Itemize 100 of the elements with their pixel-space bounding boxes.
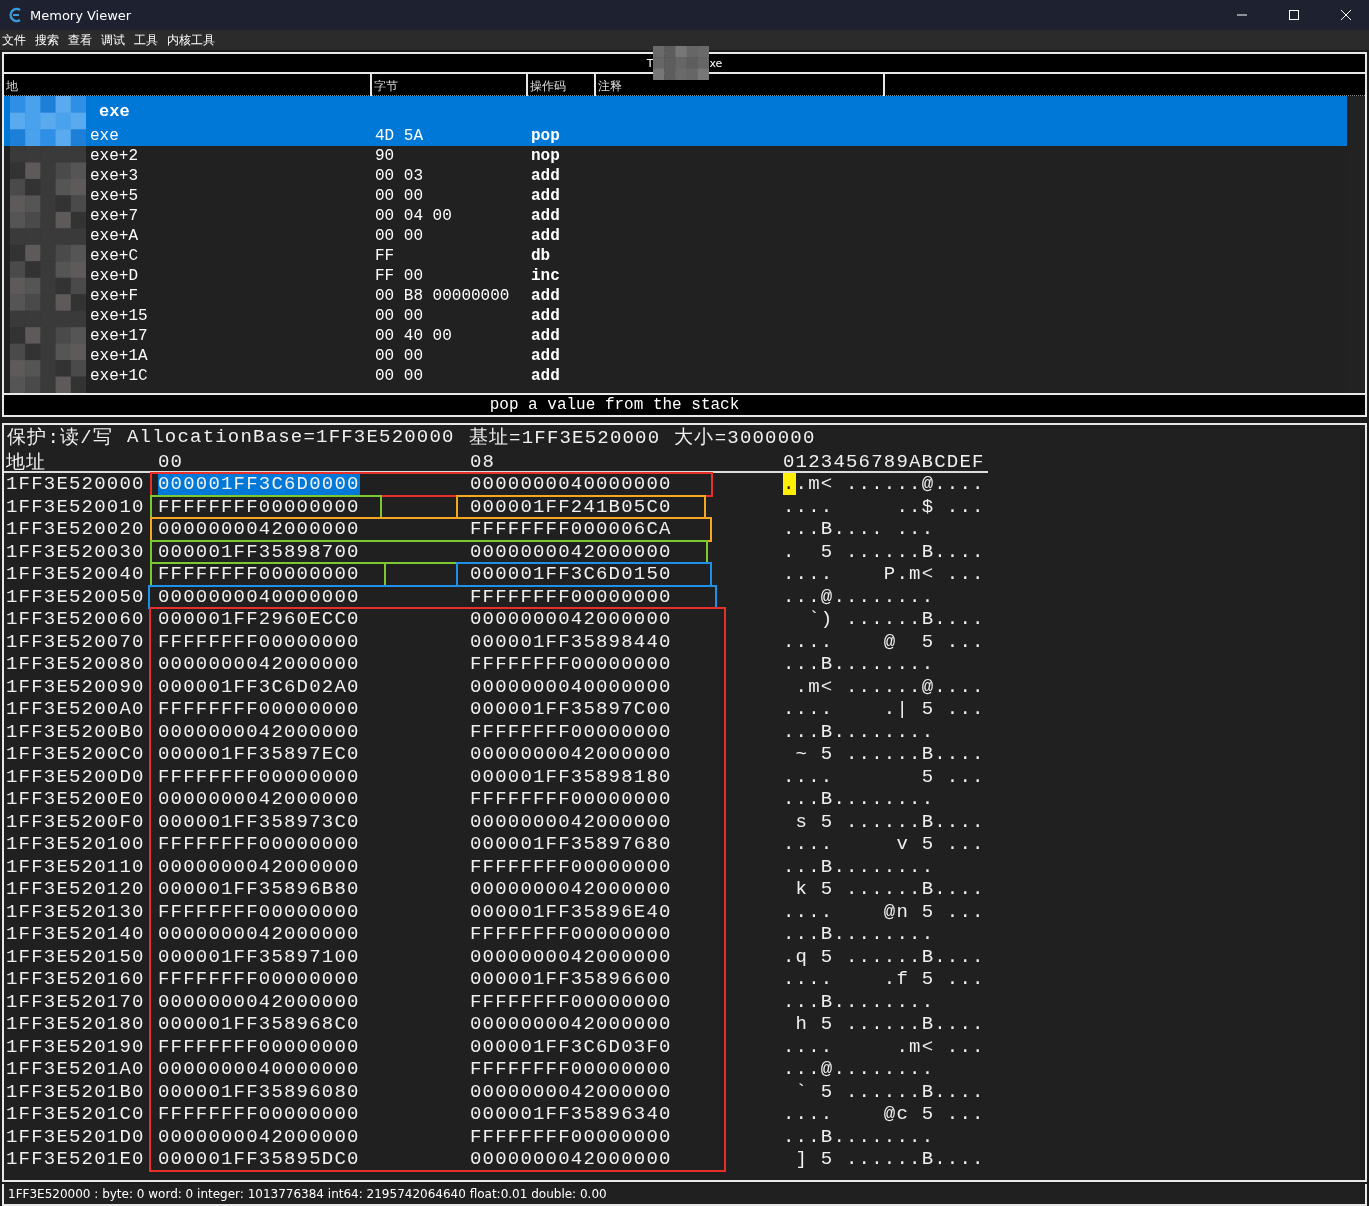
address-cell-text: 1FF3E520160 [5,968,146,991]
hex-cell[interactable]: 0000000042000000 [154,923,466,946]
bytes-cell-text: 00 B8 00000000 [374,287,511,305]
opcode-cell-text: nop [530,147,561,165]
hex-cell[interactable]: 0000000042000000 [466,540,779,563]
menu-item[interactable]: 内核工具 [165,31,222,49]
hex-cell[interactable]: 000001FF35896340 [466,1103,779,1126]
hex-cell[interactable]: 000001FF35898180 [466,765,779,788]
address-cell-text: 1FF3E520120 [5,878,146,901]
address-cell-text: 1FF3E520140 [5,923,146,946]
bytes-cell-text: 4D 5A [374,127,424,145]
address-cell-text: 1FF3E5201A0 [5,1058,146,1081]
status-text: 1FF3E520000 : byte: 0 word: 0 integer: 1013776384 int64: 2195742064640 float:0.01 double: 0.00 [8,1187,607,1201]
bytes-cell-text: 00 00 [374,367,424,385]
hex-cell[interactable]: FFFFFFFF00000000 [154,1035,466,1058]
hex-cell[interactable]: 000001FF241B05C0 [466,495,779,518]
hex-cell[interactable]: 0000000042000000 [154,653,466,676]
hex-cell[interactable]: 0000000042000000 [466,1013,779,1036]
hex-cell[interactable]: 0000000042000000 [154,1125,466,1148]
hex-cell[interactable]: 000001FF3C6D0150 [466,563,779,586]
address-cell-text: 1FF3E5201C0 [5,1103,146,1126]
hex-cell[interactable]: FFFFFFFF000006CA [466,518,779,541]
hex-cell[interactable]: FFFFFFFF00000000 [154,630,466,653]
module-row[interactable]: exe [4,96,1347,126]
menu-item[interactable]: 查看 [66,31,99,49]
hex-cell[interactable]: 0000000040000000 [466,675,779,698]
hex-cell[interactable]: 0000000042000000 [466,1148,779,1171]
address-cell-text: 1FF3E520110 [5,855,146,878]
ascii-cell-text: ~ 5 ......B.... [794,743,986,766]
hex-cell[interactable]: FFFFFFFF00000000 [154,900,466,923]
hex-cell[interactable]: FFFFFFFF00000000 [154,765,466,788]
hex-cell[interactable]: 000001FF3C6D03F0 [466,1035,779,1058]
ascii-cell-text: h 5 ......B.... [794,1013,986,1036]
hex-cell[interactable]: 0000000042000000 [154,855,466,878]
hex-cell[interactable]: 0000000042000000 [466,743,779,766]
hex-cell[interactable]: FFFFFFFF00000000 [466,855,779,878]
ascii-cell-text: `) ......B.... [807,608,986,631]
hex-cell[interactable]: 000001FF3C6D02A0 [154,675,466,698]
address-cell-text: 1FF3E5200D0 [5,765,146,788]
hex-cell[interactable]: FFFFFFFF00000000 [466,923,779,946]
hex-cell[interactable]: 000001FF35898440 [466,630,779,653]
hex-cell[interactable]: FFFFFFFF00000000 [154,495,466,518]
hex-cell[interactable]: 0000000040000000 [466,473,779,496]
hex-cell[interactable]: FFFFFFFF00000000 [154,833,466,856]
hex-cell[interactable]: 000001FF35898700 [154,540,466,563]
hex-cell[interactable]: 000001FF35896600 [466,968,779,991]
opcode-cell-text: add [530,327,561,345]
hex-cell[interactable]: FFFFFFFF00000000 [466,990,779,1013]
hex-cell[interactable]: 0000000040000000 [154,1058,466,1081]
address-cell-text: 1FF3E520020 [5,518,146,541]
address-cell-text: 1FF3E520100 [5,833,146,856]
hex-cell[interactable]: 0000000042000000 [466,945,779,968]
address-cell-text: exe+15 [89,307,149,325]
hex-cell[interactable]: 0000000042000000 [154,518,466,541]
hex-cell[interactable]: FFFFFFFF00000000 [466,720,779,743]
menu-item[interactable]: 工具 [132,31,165,49]
menu-item[interactable]: 调试 [99,31,132,49]
hex-cell[interactable]: 0000000040000000 [154,585,466,608]
hex-cell[interactable]: 000001FF35896B80 [154,878,466,901]
hex-cell[interactable]: 0000000042000000 [154,720,466,743]
ascii-cell-text: ...B........ [782,855,936,878]
hex-cell[interactable]: FFFFFFFF00000000 [466,585,779,608]
address-cell-text: exe+2 [89,147,139,165]
opcode-cell-text: inc [530,267,561,285]
menu-item[interactable]: 搜索 [33,31,66,49]
hex-cell[interactable]: FFFFFFFF00000000 [466,1058,779,1081]
hex-cell[interactable]: 000001FF35897680 [466,833,779,856]
hex-cell[interactable]: 000001FF35897100 [154,945,466,968]
address-cell-text: 1FF3E5200A0 [5,698,146,721]
ascii-cell-text: .... @n 5 ... [782,900,986,923]
address-cell-text: exe+1A [89,347,149,365]
menu-item[interactable]: 文件 [0,31,33,49]
hex-cell[interactable]: 000001FF35897C00 [466,698,779,721]
hex-cell[interactable]: FFFFFFFF00000000 [154,1103,466,1126]
hex-cell[interactable]: 0000000042000000 [466,1080,779,1103]
hex-cell[interactable]: 000001FF35896E40 [466,900,779,923]
hex-cell[interactable]: FFFFFFFF00000000 [154,968,466,991]
hex-cell[interactable]: 000001FF358973C0 [154,810,466,833]
ascii-cell-text: .... 5 ... [782,765,986,788]
hex-cell[interactable]: 0000000042000000 [466,810,779,833]
hex-cell[interactable]: 0000000042000000 [466,878,779,901]
hex-cell[interactable]: 000001FF358968C0 [154,1013,466,1036]
hex-cell[interactable]: 000001FF35897EC0 [154,743,466,766]
maximize-icon[interactable] [1289,10,1299,20]
hex-cell[interactable]: FFFFFFFF00000000 [466,653,779,676]
hex-cell[interactable]: 0000000042000000 [466,608,779,631]
hex-cell[interactable]: 000001FF35895DC0 [154,1148,466,1171]
close-icon[interactable] [1341,10,1351,20]
hex-cell[interactable]: FFFFFFFF00000000 [154,698,466,721]
hex-cell[interactable]: FFFFFFFF00000000 [154,563,466,586]
hex-cell[interactable]: 000001FF35896080 [154,1080,466,1103]
address-cell-text: 1FF3E520180 [5,1013,146,1036]
column-header: 00 [157,451,185,473]
ascii-cell-text: k 5 ......B.... [794,878,986,901]
hex-cell[interactable]: 0000000042000000 [154,990,466,1013]
hex-cell[interactable]: FFFFFFFF00000000 [466,788,779,811]
hex-cell[interactable]: 000001FF2960ECC0 [154,608,466,631]
hex-cell[interactable]: 0000000042000000 [154,788,466,811]
opcode-cell-text: add [530,367,561,385]
hex-cell[interactable]: FFFFFFFF00000000 [466,1125,779,1148]
